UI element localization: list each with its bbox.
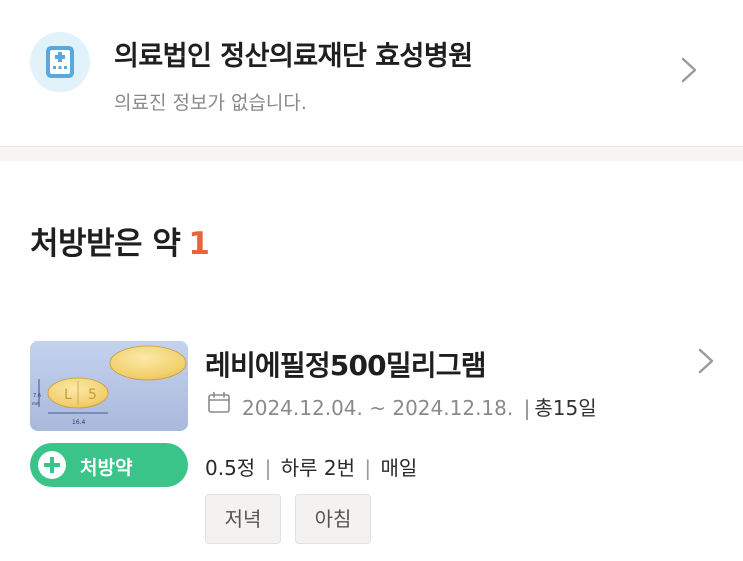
hospital-staff-info: 의료진 정보가 없습니다. xyxy=(114,92,307,114)
range-separator: ~ xyxy=(369,396,386,420)
prescription-badge-label: 처방약 xyxy=(80,457,133,479)
pill-image[interactable]: L 5 16.4 7.6 mm xyxy=(30,341,188,431)
dosage-info: 0.5정 | 하루 2번 | 매일 xyxy=(205,452,417,481)
total-days: 총15일 xyxy=(534,396,597,420)
dosage-amount: 0.5정 xyxy=(205,456,256,480)
prescription-badge: 처방약 xyxy=(30,443,188,487)
pill-imprint-right: 5 xyxy=(88,387,97,403)
calendar-icon xyxy=(208,391,230,413)
chevron-right-icon[interactable] xyxy=(680,56,698,84)
medicine-count: 1 xyxy=(188,226,210,262)
time-chip-evening: 저녁 xyxy=(205,494,281,544)
pill-length-label: 16.4 xyxy=(72,419,86,426)
hospital-name: 의료법인 정산의료재단 효성병원 xyxy=(114,41,473,72)
pill-imprint-left: L xyxy=(64,387,72,403)
start-date: 2024.12.04. xyxy=(242,396,363,420)
dosage-frequency: 하루 2번 xyxy=(280,456,355,480)
period-divider: | xyxy=(523,396,531,420)
prescribed-medicines-heading: 처방받은 약1 xyxy=(30,218,210,263)
dosage-divider: | xyxy=(264,456,272,480)
plus-icon xyxy=(38,451,66,479)
end-date: 2024.12.18. xyxy=(392,396,514,420)
dosage-schedule: 매일 xyxy=(380,456,418,480)
medicine-name[interactable]: 레비에필정500밀리그램 xyxy=(205,344,487,384)
time-chip-morning: 아침 xyxy=(295,494,371,544)
pill-unit-label: mm xyxy=(32,401,40,406)
hospital-card[interactable]: 의료법인 정산의료재단 효성병원 의료진 정보가 없습니다. xyxy=(0,0,743,146)
hospital-icon xyxy=(30,32,90,92)
chevron-right-icon[interactable] xyxy=(697,347,715,375)
dosage-divider: | xyxy=(364,456,372,480)
pill-photo: L 5 16.4 7.6 mm xyxy=(30,341,188,431)
section-title-text: 처방받은 약 xyxy=(30,226,181,262)
section-divider xyxy=(0,146,743,161)
pill-height-label: 7.6 xyxy=(33,393,41,399)
prescription-period: 2024.12.04. ~ 2024.12.18. | 총15일 xyxy=(242,392,597,421)
